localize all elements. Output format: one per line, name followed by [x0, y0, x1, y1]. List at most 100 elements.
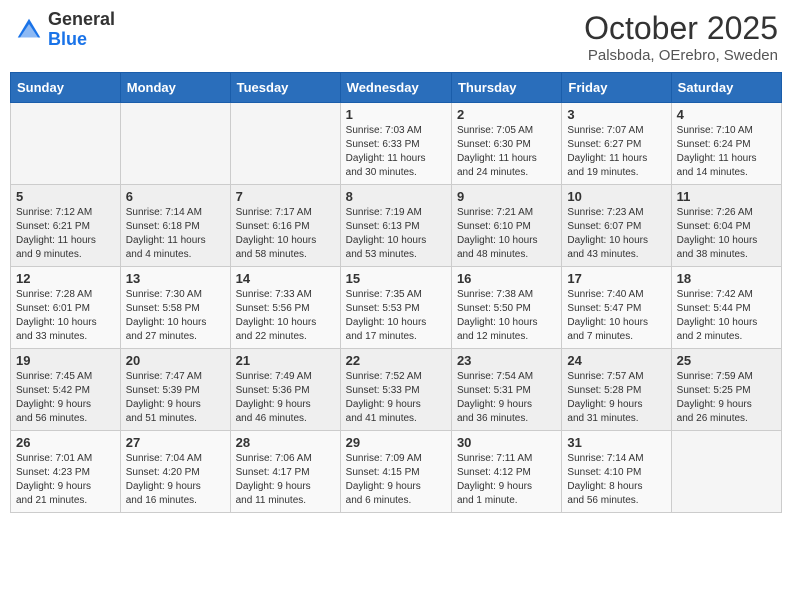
calendar-cell: 13 Sunrise: 7:30 AM Sunset: 5:58 PM Dayli…: [120, 267, 230, 349]
day-info: Sunrise: 7:47 AM Sunset: 5:39 PM Dayligh…: [126, 370, 225, 426]
calendar-cell: 28Sunrise: 7:06 AM Sunset: 4:17 PM Dayli…: [230, 431, 340, 513]
day-number: 5: [16, 189, 115, 204]
calendar-body: 1 Sunrise: 7:03 AM Sunset: 6:33 PM Daylig…: [11, 103, 782, 513]
day-number: 31: [567, 435, 665, 450]
calendar-cell: 10 Sunrise: 7:23 AM Sunset: 6:07 PM Dayli…: [562, 185, 671, 267]
calendar-week-5: 26Sunrise: 7:01 AM Sunset: 4:23 PM Dayli…: [11, 431, 782, 513]
day-info: Sunrise: 7:10 AM Sunset: 6:24 PM Dayligh…: [677, 124, 776, 180]
calendar-cell: 21Sunrise: 7:49 AM Sunset: 5:36 PM Dayli…: [230, 349, 340, 431]
calendar-cell: 31 Sunrise: 7:14 AM Sunset: 4:10 PM Dayli…: [562, 431, 671, 513]
day-info: Sunrise: 7:23 AM Sunset: 6:07 PM Dayligh…: [567, 206, 665, 262]
weekday-header-monday: Monday: [120, 73, 230, 103]
day-number: 1: [346, 107, 446, 122]
day-number: 23: [457, 353, 556, 368]
calendar-cell: 29 Sunrise: 7:09 AM Sunset: 4:15 PM Dayli…: [340, 431, 451, 513]
calendar-cell: 6 Sunrise: 7:14 AM Sunset: 6:18 PM Daylig…: [120, 185, 230, 267]
day-info: Sunrise: 7:42 AM Sunset: 5:44 PM Dayligh…: [677, 288, 776, 344]
day-number: 14: [236, 271, 335, 286]
calendar-cell: 23 Sunrise: 7:54 AM Sunset: 5:31 PM Dayli…: [451, 349, 561, 431]
day-number: 2: [457, 107, 556, 122]
weekday-header-wednesday: Wednesday: [340, 73, 451, 103]
calendar-title: October 2025: [584, 10, 778, 47]
calendar-cell: 18 Sunrise: 7:42 AM Sunset: 5:44 PM Dayli…: [671, 267, 781, 349]
calendar-cell: 5Sunrise: 7:12 AM Sunset: 6:21 PM Daylig…: [11, 185, 121, 267]
logo-blue-text: Blue: [48, 30, 115, 50]
calendar-week-1: 1 Sunrise: 7:03 AM Sunset: 6:33 PM Daylig…: [11, 103, 782, 185]
calendar-cell: [120, 103, 230, 185]
day-number: 11: [677, 189, 776, 204]
day-info: Sunrise: 7:14 AM Sunset: 4:10 PM Dayligh…: [567, 452, 665, 508]
calendar-header: SundayMondayTuesdayWednesdayThursdayFrid…: [11, 73, 782, 103]
day-info: Sunrise: 7:57 AM Sunset: 5:28 PM Dayligh…: [567, 370, 665, 426]
weekday-header-sunday: Sunday: [11, 73, 121, 103]
calendar-cell: 30Sunrise: 7:11 AM Sunset: 4:12 PM Dayli…: [451, 431, 561, 513]
logo: General Blue: [14, 10, 115, 50]
weekday-header-saturday: Saturday: [671, 73, 781, 103]
day-info: Sunrise: 7:07 AM Sunset: 6:27 PM Dayligh…: [567, 124, 665, 180]
calendar-cell: 19Sunrise: 7:45 AM Sunset: 5:42 PM Dayli…: [11, 349, 121, 431]
day-info: Sunrise: 7:06 AM Sunset: 4:17 PM Dayligh…: [236, 452, 335, 508]
logo-text: General Blue: [48, 10, 115, 50]
day-number: 17: [567, 271, 665, 286]
weekday-header-tuesday: Tuesday: [230, 73, 340, 103]
day-number: 26: [16, 435, 115, 450]
day-number: 10: [567, 189, 665, 204]
calendar-cell: 12Sunrise: 7:28 AM Sunset: 6:01 PM Dayli…: [11, 267, 121, 349]
calendar-cell: 9 Sunrise: 7:21 AM Sunset: 6:10 PM Daylig…: [451, 185, 561, 267]
calendar-cell: 7Sunrise: 7:17 AM Sunset: 6:16 PM Daylig…: [230, 185, 340, 267]
day-info: Sunrise: 7:28 AM Sunset: 6:01 PM Dayligh…: [16, 288, 115, 344]
day-info: Sunrise: 7:04 AM Sunset: 4:20 PM Dayligh…: [126, 452, 225, 508]
day-number: 18: [677, 271, 776, 286]
day-number: 19: [16, 353, 115, 368]
logo-icon: [14, 15, 44, 45]
calendar-cell: [671, 431, 781, 513]
day-info: Sunrise: 7:35 AM Sunset: 5:53 PM Dayligh…: [346, 288, 446, 344]
calendar-cell: 26Sunrise: 7:01 AM Sunset: 4:23 PM Dayli…: [11, 431, 121, 513]
day-number: 7: [236, 189, 335, 204]
day-info: Sunrise: 7:14 AM Sunset: 6:18 PM Dayligh…: [126, 206, 225, 262]
weekday-header-row: SundayMondayTuesdayWednesdayThursdayFrid…: [11, 73, 782, 103]
day-info: Sunrise: 7:38 AM Sunset: 5:50 PM Dayligh…: [457, 288, 556, 344]
calendar-cell: [11, 103, 121, 185]
day-number: 16: [457, 271, 556, 286]
calendar-subtitle: Palsboda, OErebro, Sweden: [584, 47, 778, 64]
calendar-week-2: 5Sunrise: 7:12 AM Sunset: 6:21 PM Daylig…: [11, 185, 782, 267]
day-info: Sunrise: 7:09 AM Sunset: 4:15 PM Dayligh…: [346, 452, 446, 508]
day-info: Sunrise: 7:05 AM Sunset: 6:30 PM Dayligh…: [457, 124, 556, 180]
calendar-week-3: 12Sunrise: 7:28 AM Sunset: 6:01 PM Dayli…: [11, 267, 782, 349]
calendar-cell: 25Sunrise: 7:59 AM Sunset: 5:25 PM Dayli…: [671, 349, 781, 431]
weekday-header-thursday: Thursday: [451, 73, 561, 103]
day-info: Sunrise: 7:30 AM Sunset: 5:58 PM Dayligh…: [126, 288, 225, 344]
calendar-cell: 22 Sunrise: 7:52 AM Sunset: 5:33 PM Dayli…: [340, 349, 451, 431]
page-header: General Blue October 2025 Palsboda, OEre…: [10, 10, 782, 64]
day-number: 24: [567, 353, 665, 368]
calendar-cell: 14Sunrise: 7:33 AM Sunset: 5:56 PM Dayli…: [230, 267, 340, 349]
calendar-cell: [230, 103, 340, 185]
day-info: Sunrise: 7:19 AM Sunset: 6:13 PM Dayligh…: [346, 206, 446, 262]
day-number: 3: [567, 107, 665, 122]
day-number: 22: [346, 353, 446, 368]
day-info: Sunrise: 7:21 AM Sunset: 6:10 PM Dayligh…: [457, 206, 556, 262]
calendar-cell: 2 Sunrise: 7:05 AM Sunset: 6:30 PM Daylig…: [451, 103, 561, 185]
calendar-cell: 4Sunrise: 7:10 AM Sunset: 6:24 PM Daylig…: [671, 103, 781, 185]
day-info: Sunrise: 7:11 AM Sunset: 4:12 PM Dayligh…: [457, 452, 556, 508]
day-number: 6: [126, 189, 225, 204]
day-info: Sunrise: 7:49 AM Sunset: 5:36 PM Dayligh…: [236, 370, 335, 426]
day-number: 15: [346, 271, 446, 286]
day-number: 13: [126, 271, 225, 286]
day-info: Sunrise: 7:40 AM Sunset: 5:47 PM Dayligh…: [567, 288, 665, 344]
day-number: 25: [677, 353, 776, 368]
day-info: Sunrise: 7:54 AM Sunset: 5:31 PM Dayligh…: [457, 370, 556, 426]
calendar-cell: 3 Sunrise: 7:07 AM Sunset: 6:27 PM Daylig…: [562, 103, 671, 185]
day-number: 8: [346, 189, 446, 204]
day-info: Sunrise: 7:03 AM Sunset: 6:33 PM Dayligh…: [346, 124, 446, 180]
calendar-cell: 15 Sunrise: 7:35 AM Sunset: 5:53 PM Dayli…: [340, 267, 451, 349]
calendar-week-4: 19Sunrise: 7:45 AM Sunset: 5:42 PM Dayli…: [11, 349, 782, 431]
day-info: Sunrise: 7:52 AM Sunset: 5:33 PM Dayligh…: [346, 370, 446, 426]
day-number: 29: [346, 435, 446, 450]
day-number: 9: [457, 189, 556, 204]
calendar-cell: 1 Sunrise: 7:03 AM Sunset: 6:33 PM Daylig…: [340, 103, 451, 185]
title-block: October 2025 Palsboda, OErebro, Sweden: [584, 10, 778, 64]
calendar-cell: 27Sunrise: 7:04 AM Sunset: 4:20 PM Dayli…: [120, 431, 230, 513]
calendar-cell: 24 Sunrise: 7:57 AM Sunset: 5:28 PM Dayli…: [562, 349, 671, 431]
